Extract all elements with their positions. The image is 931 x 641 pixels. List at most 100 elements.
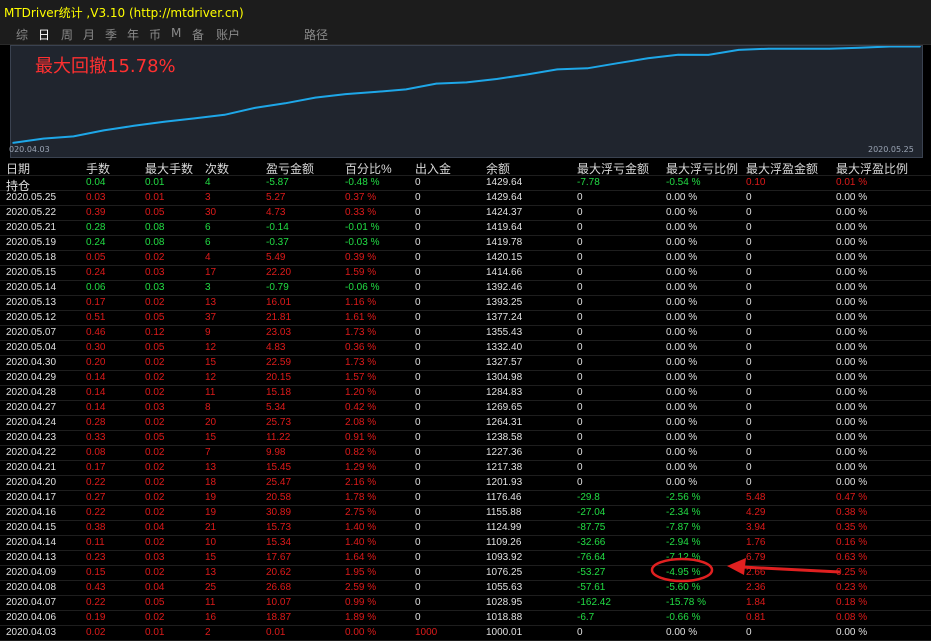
cell-balance: 1284.83 (486, 387, 523, 398)
cell-count: 8 (205, 402, 211, 413)
cell-max-lots: 0.02 (145, 477, 165, 488)
cell-max-float-loss-pct: -7.87 % (666, 522, 701, 533)
tab-week[interactable]: 周 (61, 26, 73, 43)
cell-lots: 0.11 (86, 537, 105, 548)
cell-max-lots: 0.05 (145, 342, 165, 353)
cell-max-float-profit-pct: 0.63 % (836, 552, 868, 563)
tab-currency[interactable]: 币 (149, 26, 161, 43)
cell-date: 2020.04.28 (6, 387, 57, 398)
tab-account[interactable]: 账户 (216, 26, 240, 43)
cell-max-float-profit-pct: 0.23 % (836, 582, 868, 593)
header-max-float-loss-pct[interactable]: 最大浮亏比例 (666, 160, 738, 177)
cell-max-float-profit-pct: 0.00 % (836, 327, 868, 338)
table-row: 2020.05.14 0.06 0.03 3 -0.79 -0.06 % 0 1392.46 0… (0, 281, 931, 296)
cell-max-float-loss-pct: 0.00 % (666, 627, 698, 638)
header-max-lots[interactable]: 最大手数 (145, 160, 193, 177)
cell-max-lots: 0.03 (145, 282, 165, 293)
cell-max-lots: 0.08 (145, 222, 165, 233)
cell-percent: 2.59 % (345, 582, 377, 593)
cell-max-float-profit-pct: 0.00 % (836, 282, 868, 293)
equity-point (737, 49, 740, 51)
cell-max-float-loss-pct: -5.60 % (666, 582, 701, 593)
cell-balance: 1419.64 (486, 222, 523, 233)
table-row: 2020.04.16 0.22 0.02 19 30.89 2.75 % 0 1155.88 -… (0, 506, 931, 521)
cell-max-float-profit: 5.48 (746, 492, 766, 503)
cell-deposit: 0 (415, 312, 421, 323)
cell-deposit: 0 (415, 552, 421, 563)
table-row: 2020.04.15 0.38 0.04 21 15.73 1.40 % 0 1124.99 -… (0, 521, 931, 536)
cell-max-float-loss-pct: 0.00 % (666, 297, 698, 308)
cell-max-float-loss: 0 (577, 432, 583, 443)
header-max-float-loss[interactable]: 最大浮亏金额 (577, 160, 649, 177)
cell-date: 2020.05.07 (6, 327, 57, 338)
tab-note[interactable]: 备 (192, 26, 204, 43)
cell-max-lots: 0.02 (145, 537, 165, 548)
cell-max-float-loss-pct: 0.00 % (666, 387, 698, 398)
cell-max-lots: 0.01 (145, 627, 165, 638)
cell-balance: 1000.01 (486, 627, 523, 638)
cell-max-lots: 0.05 (145, 312, 165, 323)
cell-max-float-loss-pct: -4.95 % (666, 567, 701, 578)
cell-max-lots: 0.02 (145, 297, 165, 308)
cell-count: 17 (205, 267, 217, 278)
cell-count: 37 (205, 312, 217, 323)
cell-deposit: 0 (415, 507, 421, 518)
cell-percent: -0.06 % (345, 282, 380, 293)
header-lots[interactable]: 手数 (86, 160, 110, 177)
cell-balance: 1393.25 (486, 297, 523, 308)
cell-date: 2020.05.25 (6, 192, 57, 203)
header-count[interactable]: 次数 (205, 160, 229, 177)
tab-path[interactable]: 路径 (304, 26, 328, 43)
cell-pnl: 22.59 (266, 357, 292, 368)
header-deposit[interactable]: 出入金 (415, 160, 451, 177)
cell-date: 2020.05.04 (6, 342, 57, 353)
cell-balance: 1018.88 (486, 612, 523, 623)
cell-max-float-profit-pct: 0.00 % (836, 312, 868, 323)
cell-max-float-profit-pct: 0.47 % (836, 492, 868, 503)
cell-max-float-profit: 0 (746, 387, 752, 398)
cell-date: 2020.04.24 (6, 417, 57, 428)
cell-max-lots: 0.01 (145, 192, 165, 203)
cell-count: 4 (205, 252, 211, 263)
header-max-float-profit-pct[interactable]: 最大浮盈比例 (836, 160, 908, 177)
cell-percent: 0.42 % (345, 402, 377, 413)
cell-max-lots: 0.04 (145, 522, 165, 533)
cell-percent: 0.91 % (345, 432, 377, 443)
tab-day[interactable]: 日 (38, 26, 50, 43)
tab-month[interactable]: 月 (83, 26, 95, 43)
cell-pnl: -5.87 (266, 177, 289, 188)
cell-pnl: 15.34 (266, 537, 292, 548)
header-percent[interactable]: 百分比% (345, 160, 392, 177)
tab-overview[interactable]: 综 (16, 26, 28, 43)
cell-max-float-loss: 0 (577, 357, 583, 368)
table-row: 2020.04.17 0.27 0.02 19 20.58 1.78 % 0 1176.46 -… (0, 491, 931, 506)
table-header: 日期 手数 最大手数 次数 盈亏金额 百分比% 出入金 余额 最大浮亏金额 最大浮亏比例 最大浮盈金… (0, 160, 931, 176)
tab-quarter[interactable]: 季 (105, 26, 117, 43)
cell-count: 4 (205, 177, 211, 188)
tab-magic[interactable]: M (171, 26, 181, 40)
cell-max-lots: 0.03 (145, 402, 165, 413)
cell-date: 2020.04.29 (6, 372, 57, 383)
cell-deposit: 0 (415, 417, 421, 428)
cell-max-float-loss: 0 (577, 417, 583, 428)
cell-lots: 0.03 (86, 192, 106, 203)
cell-count: 19 (205, 507, 217, 518)
tab-year[interactable]: 年 (127, 26, 139, 43)
header-max-float-profit[interactable]: 最大浮盈金额 (746, 160, 818, 177)
cell-percent: 0.36 % (345, 342, 377, 353)
cell-pnl: 17.67 (266, 552, 292, 563)
header-date[interactable]: 日期 (6, 160, 30, 177)
cell-deposit: 0 (415, 432, 421, 443)
header-balance[interactable]: 余额 (486, 160, 510, 177)
cell-pnl: -0.37 (266, 237, 289, 248)
cell-pnl: 11.22 (266, 432, 291, 443)
cell-max-lots: 0.02 (145, 417, 165, 428)
equity-point (586, 67, 589, 70)
cell-deposit: 0 (415, 402, 421, 413)
period-tab-bar: 综 日 周 月 季 年 币 M 备 账户 路径 (0, 22, 931, 45)
table-row: 2020.05.22 0.39 0.05 30 4.73 0.33 % 0 1424.37 0 0… (0, 206, 931, 221)
cell-deposit: 0 (415, 462, 421, 473)
cell-max-float-profit-pct: 0.00 % (836, 372, 868, 383)
header-pnl[interactable]: 盈亏金额 (266, 160, 314, 177)
cell-pnl: 9.98 (266, 447, 286, 458)
